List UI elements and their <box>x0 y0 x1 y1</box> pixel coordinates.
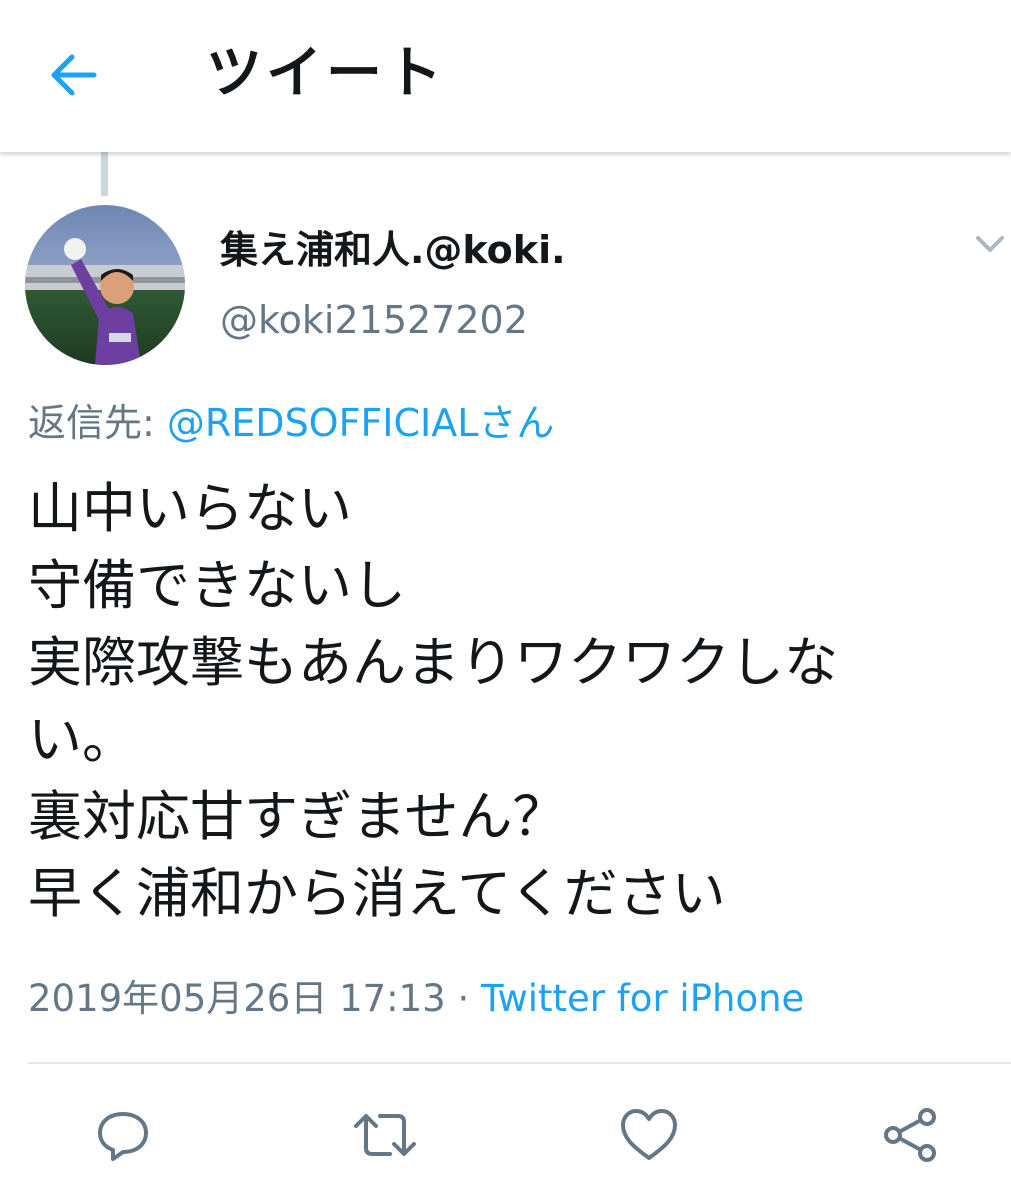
reply-context: 返信先: @REDSOFFICIALさん <box>28 398 554 448</box>
share-icon <box>884 1108 936 1162</box>
tweet-text: 山中いらない 守備できないし 実際攻撃もあんまりワクワクしな い。 裏対応甘すぎ… <box>28 470 1003 932</box>
top-bar: ツイート <box>0 0 1011 152</box>
tweet-client-link[interactable]: Twitter for iPhone <box>481 977 804 1020</box>
meta-separator: · <box>445 977 482 1020</box>
divider <box>28 1062 1011 1064</box>
tweet-text-line: 裏対応甘すぎません？ <box>28 785 567 848</box>
thread-connector-line <box>101 152 108 196</box>
reply-button[interactable] <box>88 1100 158 1170</box>
reply-target-link[interactable]: @REDSOFFICIALさん <box>167 401 555 445</box>
tweet-text-line: 早く浦和から消えてください <box>28 862 726 925</box>
user-display-name[interactable]: 集え浦和人.@koki. <box>220 226 566 274</box>
retweet-button[interactable] <box>350 1100 420 1170</box>
heart-icon <box>621 1109 677 1160</box>
tweet-timestamp: 2019年05月26日 17:13 <box>28 977 446 1020</box>
tweet-text-line: 山中いらない <box>28 477 352 540</box>
arrow-left-icon <box>51 54 97 96</box>
like-button[interactable] <box>614 1100 684 1170</box>
tweet-text-line: 守備できないし <box>28 554 406 617</box>
share-button[interactable] <box>876 1100 946 1170</box>
retweet-icon <box>354 1114 416 1156</box>
tweet-text-line: い。 <box>28 708 136 771</box>
tweet-text-line: 実際攻撃もあんまりワクワクしな <box>28 631 838 694</box>
reply-label: 返信先: <box>28 401 167 445</box>
reply-icon <box>98 1112 148 1161</box>
tweet-metadata: 2019年05月26日 17:13 · Twitter for iPhone <box>28 974 804 1024</box>
tweet-menu-button[interactable] <box>972 232 1011 268</box>
back-button[interactable] <box>38 40 108 110</box>
chevron-down-icon <box>976 236 1004 252</box>
page-title: ツイート <box>206 41 446 106</box>
user-handle[interactable]: @koki21527202 <box>220 296 528 344</box>
avatar[interactable] <box>25 205 185 365</box>
avatar-photo <box>25 205 185 365</box>
